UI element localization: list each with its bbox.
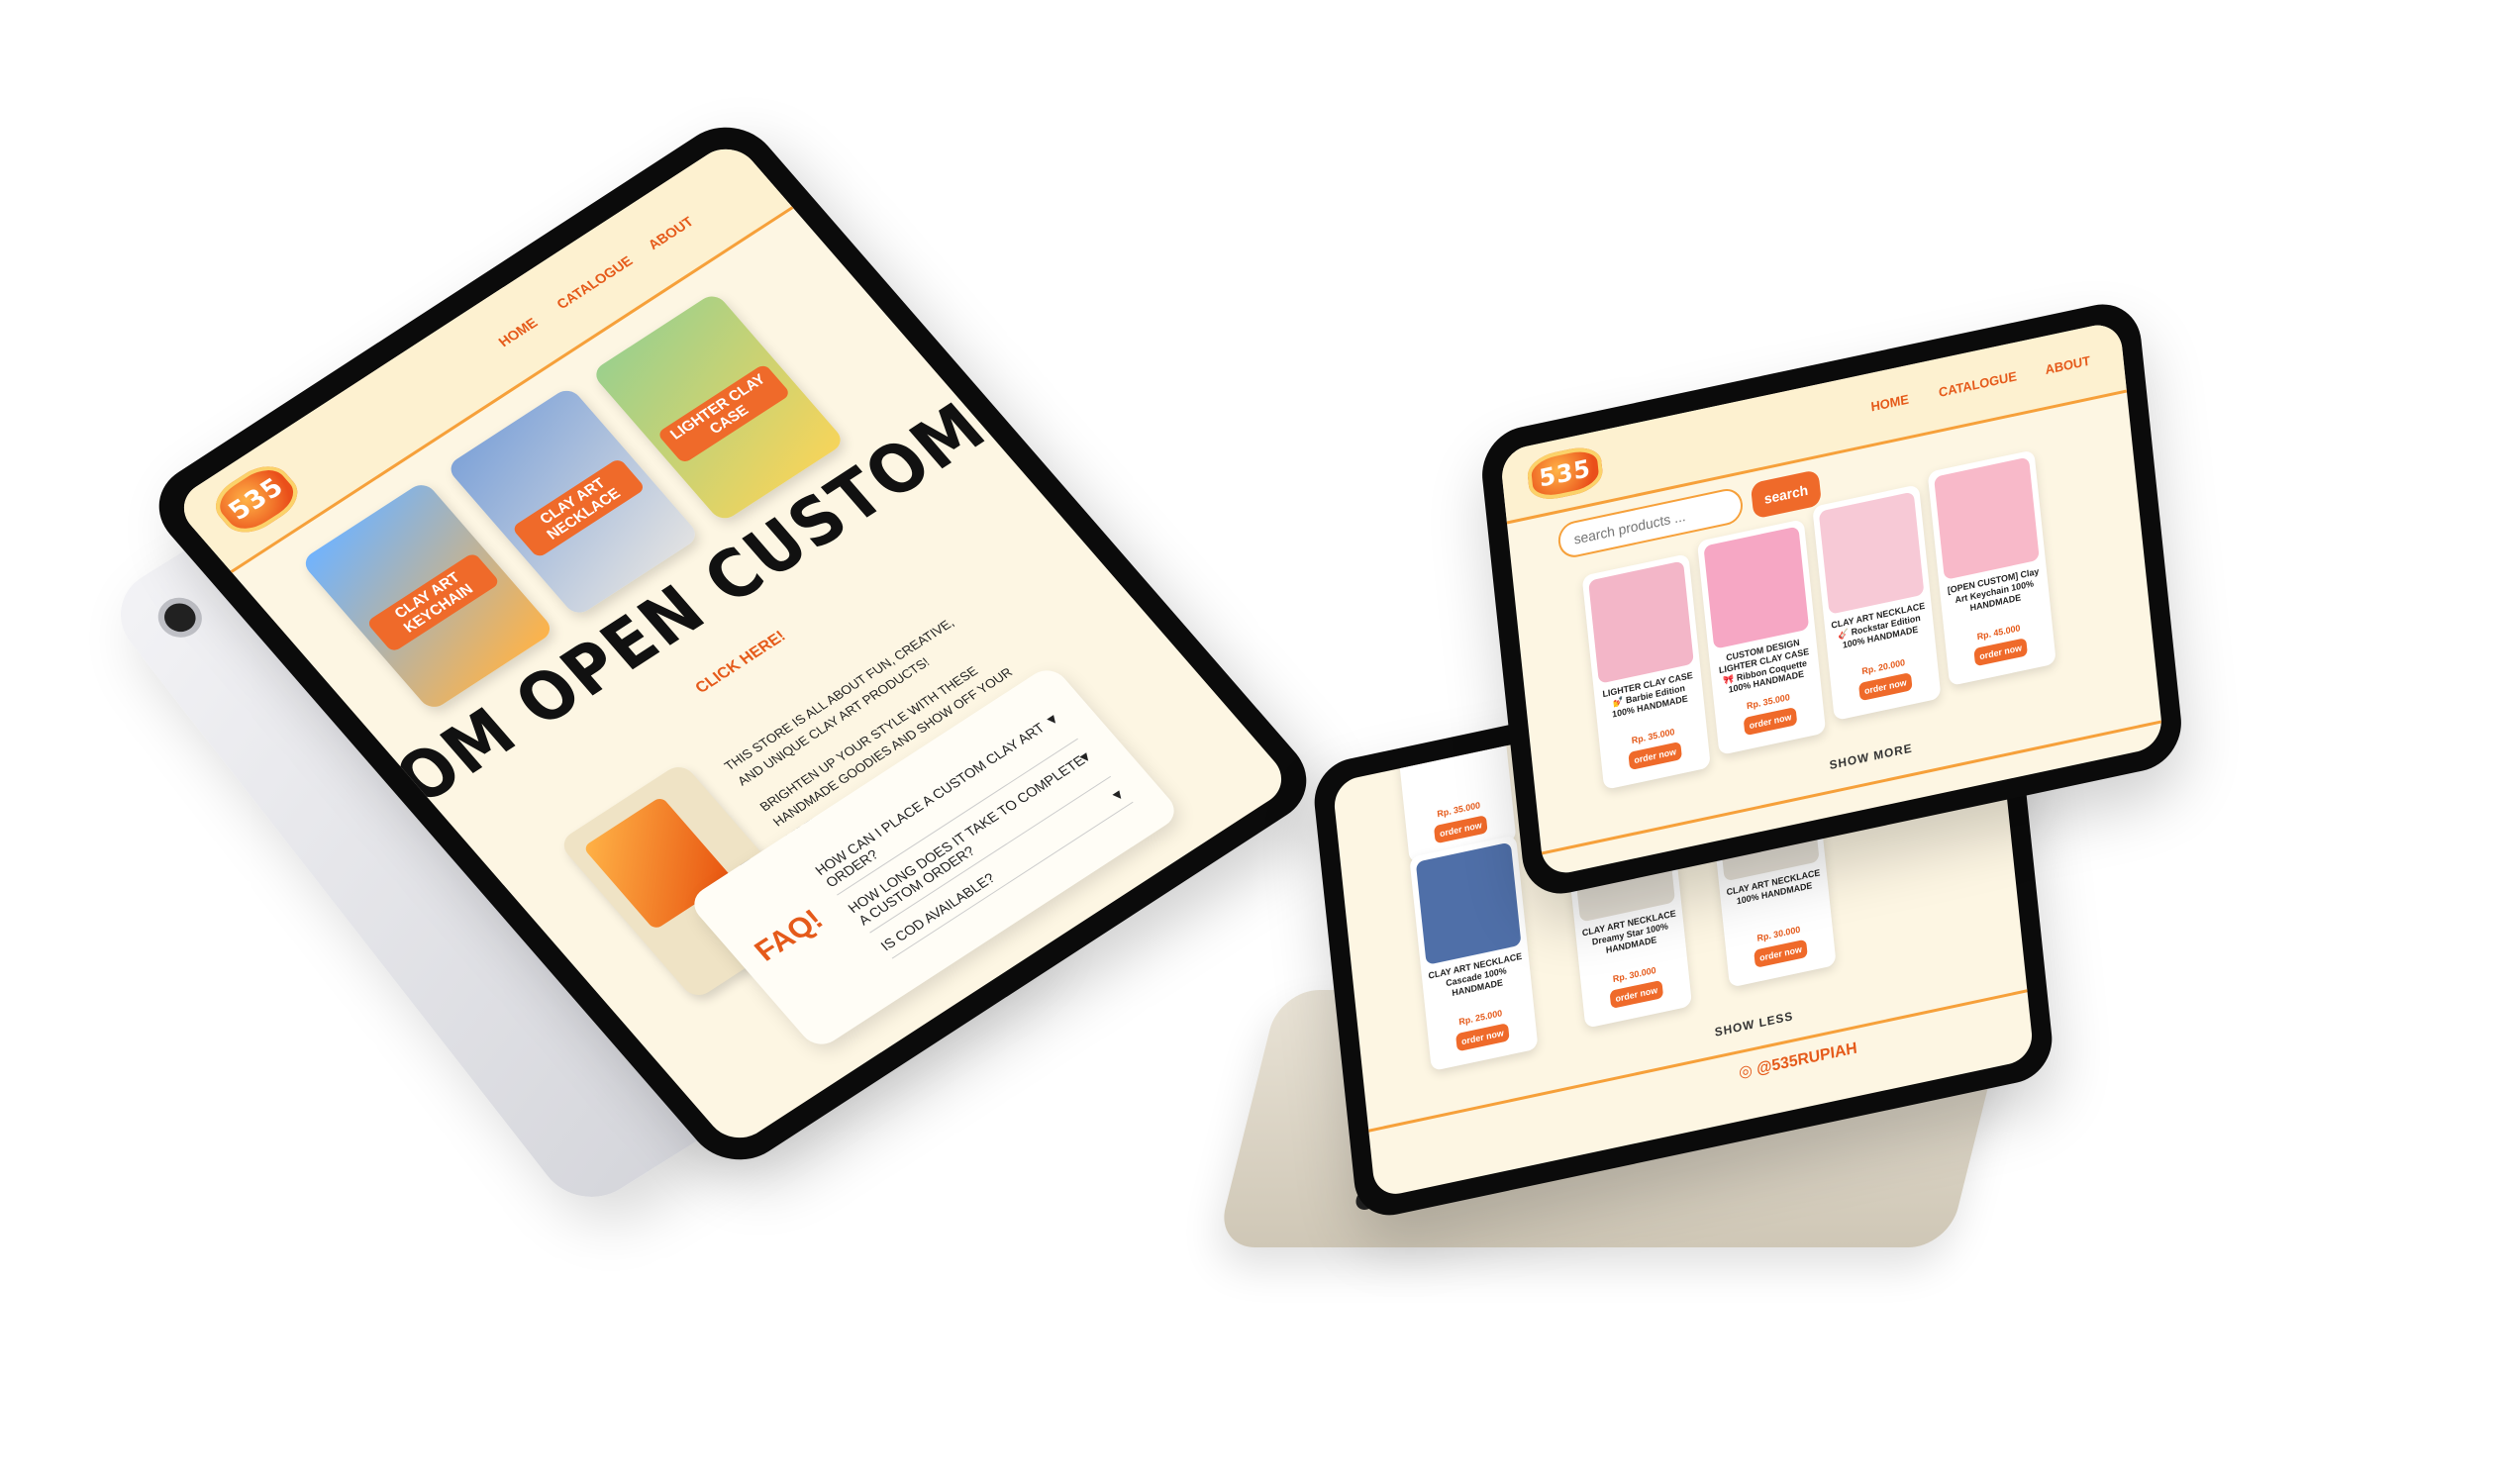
nav-catalogue[interactable]: CATALOGUE xyxy=(1938,368,2017,400)
order-now-button[interactable]: order now xyxy=(1857,672,1913,702)
nav-home[interactable]: HOME xyxy=(1870,391,1910,414)
instagram-icon: ◎ xyxy=(1738,1061,1754,1082)
hero-card-label: LIGHTER CLAY CASE xyxy=(656,362,792,464)
website-screen: 535 HOME CATALOGUE ABOUT CLAY ART KEYCHA… xyxy=(170,138,1295,1149)
product-card[interactable]: CLAY ART NECKLACE Cascade 100% HANDMADE … xyxy=(1409,835,1539,1072)
website-screen: 535 HOME CATALOGUE ABOUT search LIGHTER … xyxy=(1499,320,2164,878)
nav-about[interactable]: ABOUT xyxy=(645,214,696,252)
product-card[interactable]: LIGHTER CLAY CASE 💅 Barbie Edition 100% … xyxy=(1581,553,1711,790)
hero-card-label: CLAY ART NECKLACE xyxy=(511,457,647,559)
product-image xyxy=(1415,841,1522,965)
order-now-button[interactable]: order now xyxy=(1628,741,1683,771)
product-card[interactable]: CUSTOM DESIGN LIGHTER CLAY CASE 🎀 Ribbon… xyxy=(1696,519,1827,756)
order-now-button[interactable]: order now xyxy=(1455,1023,1510,1052)
order-now-button[interactable]: order now xyxy=(1973,638,2028,667)
search-button[interactable]: search xyxy=(1750,469,1823,520)
hero-card-label: CLAY ART KEYCHAIN xyxy=(365,551,501,653)
order-now-button[interactable]: order now xyxy=(1743,706,1798,737)
order-now-button[interactable]: order now xyxy=(1754,939,1808,968)
product-card[interactable]: CLAY ART NECKLACE 🎸 Rockstar Edition 100… xyxy=(1812,484,1942,722)
right-front-tablet: 535 HOME CATALOGUE ABOUT search LIGHTER … xyxy=(1477,296,2186,902)
left-front-tablet: 535 HOME CATALOGUE ABOUT CLAY ART KEYCHA… xyxy=(138,109,1328,1178)
order-now-button[interactable]: order now xyxy=(1609,979,1664,1010)
caret-down-icon: ▼ xyxy=(1041,709,1063,730)
faq-title: FAQ! xyxy=(748,904,830,968)
show-more-link[interactable]: SHOW MORE xyxy=(1829,741,1913,772)
caret-down-icon: ▼ xyxy=(1106,785,1129,805)
product-image xyxy=(1588,560,1694,684)
brand-logo[interactable]: 535 xyxy=(1526,443,1605,505)
show-less-link[interactable]: SHOW LESS xyxy=(1714,1009,1794,1039)
nav-home[interactable]: HOME xyxy=(495,315,541,349)
order-now-button[interactable]: order now xyxy=(1433,815,1488,844)
instagram-link[interactable]: ◎ @535RUPIAH xyxy=(1738,1038,1857,1082)
product-image xyxy=(1818,491,1925,615)
product-image xyxy=(1703,526,1810,649)
product-card[interactable]: [OPEN CUSTOM] Clay Art Keychain 100% HAN… xyxy=(1927,449,2056,687)
nav-catalogue[interactable]: CATALOGUE xyxy=(553,253,636,312)
brand-logo[interactable]: 535 xyxy=(205,456,309,543)
nav-about[interactable]: ABOUT xyxy=(2045,352,2091,377)
product-image xyxy=(1934,456,2040,580)
